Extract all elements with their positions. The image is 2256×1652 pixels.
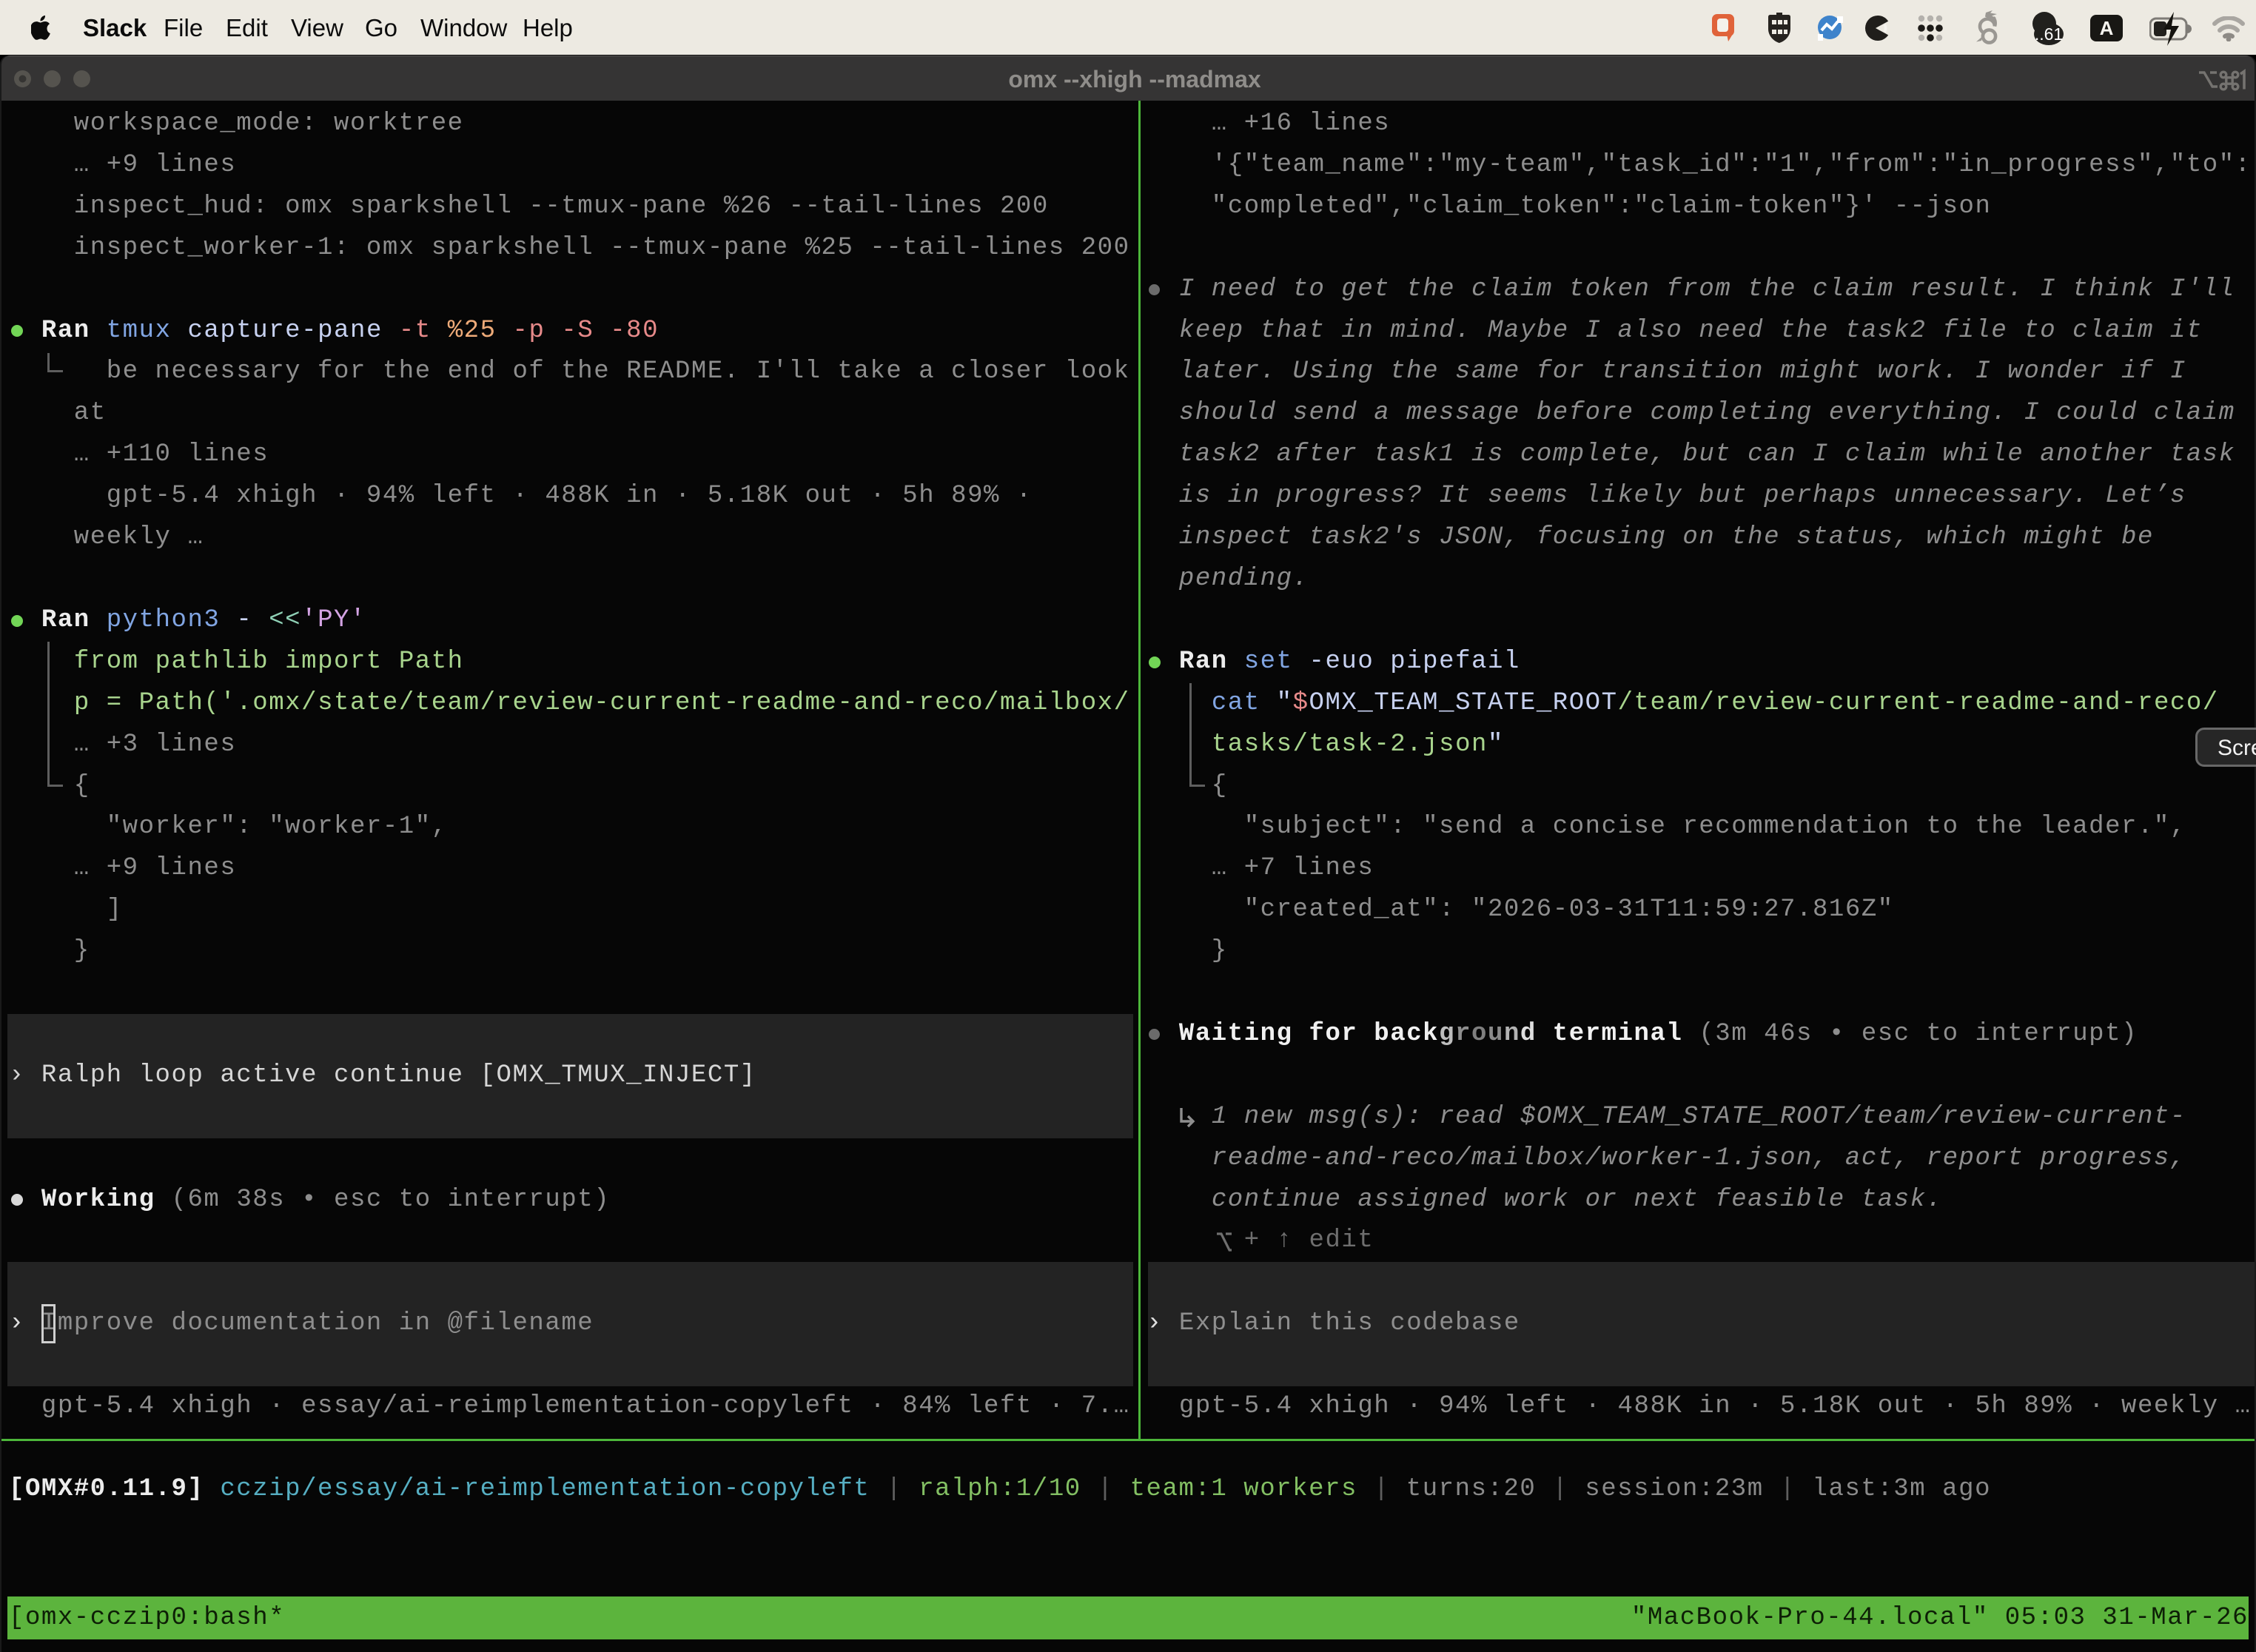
svg-text:..61: ..61 <box>2035 24 2063 44</box>
svg-text:A: A <box>2100 17 2114 39</box>
